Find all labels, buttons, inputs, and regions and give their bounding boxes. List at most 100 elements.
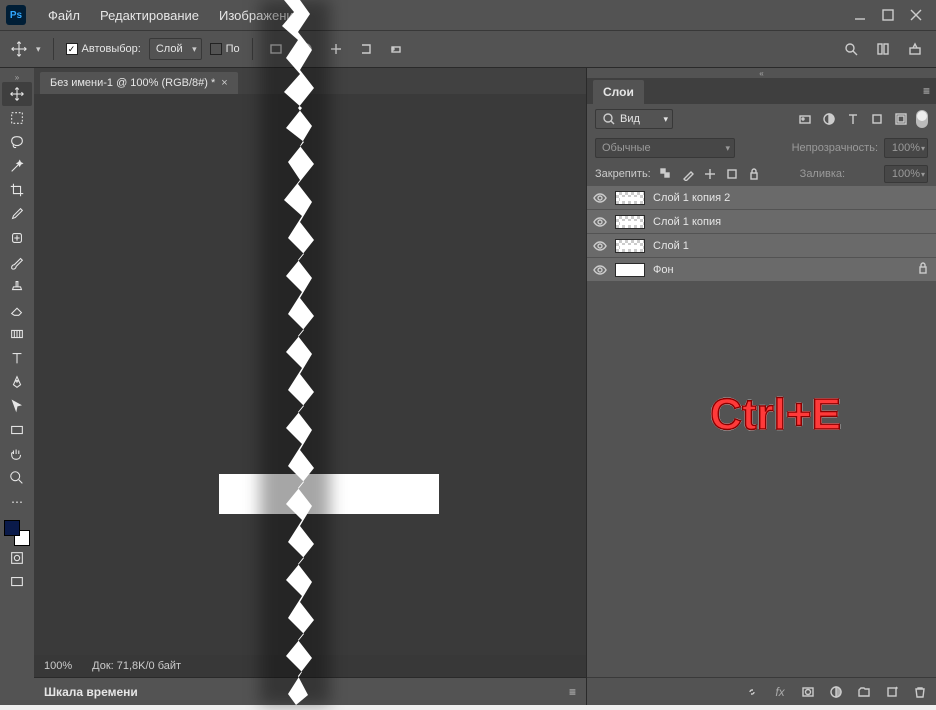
toolbar-expand-handle[interactable]: »: [0, 72, 34, 82]
visibility-icon[interactable]: [593, 239, 607, 253]
quick-mask-toggle[interactable]: [2, 546, 32, 570]
color-swatches[interactable]: [4, 520, 30, 546]
clone-stamp-tool[interactable]: [2, 274, 32, 298]
visibility-icon[interactable]: [593, 191, 607, 205]
canvas-viewport[interactable]: [34, 94, 586, 655]
show-transform-label: По: [226, 43, 240, 55]
zoom-level[interactable]: 100%: [44, 660, 72, 672]
move-tool-icon[interactable]: [10, 40, 28, 58]
close-icon[interactable]: ×: [221, 77, 227, 89]
visibility-icon[interactable]: [593, 215, 607, 229]
lock-all-icon[interactable]: [747, 167, 761, 181]
filter-type-icon[interactable]: [844, 110, 862, 128]
hand-tool[interactable]: [2, 442, 32, 466]
document-tab[interactable]: Без имени-1 @ 100% (RGB/8#) * ×: [40, 72, 238, 94]
screen-mode-toggle[interactable]: [2, 570, 32, 594]
layer-name[interactable]: Слой 1 копия: [653, 216, 721, 228]
marquee-tool[interactable]: [2, 106, 32, 130]
eraser-tool[interactable]: [2, 298, 32, 322]
move-tool[interactable]: [2, 82, 32, 106]
adjustment-layer-icon[interactable]: [828, 684, 844, 700]
lock-position-icon[interactable]: [703, 167, 717, 181]
link-layers-icon[interactable]: [744, 684, 760, 700]
rectangle-tool[interactable]: [2, 418, 32, 442]
document-area: Без имени-1 @ 100% (RGB/8#) * × 100% Док…: [34, 68, 586, 705]
filter-shape-icon[interactable]: [868, 110, 886, 128]
filter-toggle[interactable]: [916, 110, 928, 128]
layer-thumbnail[interactable]: [615, 215, 645, 229]
align-icon-4[interactable]: [355, 38, 377, 60]
foreground-color-swatch[interactable]: [4, 520, 20, 536]
layer-thumbnail[interactable]: [615, 263, 645, 277]
menu-bar: Ps Файл Редактирование Изображение: [0, 0, 936, 30]
layer-mask-icon[interactable]: [800, 684, 816, 700]
auto-select-checkbox[interactable]: ✓ Автовыбор:: [66, 43, 141, 55]
status-bar: 100% Док: 71,8K/0 байт: [34, 655, 586, 677]
layer-thumbnail[interactable]: [615, 191, 645, 205]
filter-smart-icon[interactable]: [892, 110, 910, 128]
canvas[interactable]: [34, 94, 586, 655]
gradient-tool[interactable]: [2, 322, 32, 346]
layer-name[interactable]: Фон: [653, 264, 674, 276]
align-icon-2[interactable]: [295, 38, 317, 60]
healing-brush-tool[interactable]: [2, 226, 32, 250]
timeline-label[interactable]: Шкала времени: [44, 685, 138, 699]
layer-filter-kind-dropdown[interactable]: Вид: [595, 109, 673, 129]
layers-panel-body: Вид Обычные Непрозрачность:: [587, 104, 936, 705]
document-tab-bar: Без имени-1 @ 100% (RGB/8#) * ×: [34, 68, 586, 94]
lock-artboard-icon[interactable]: [725, 167, 739, 181]
layer-thumbnail[interactable]: [615, 239, 645, 253]
lock-pixels-icon[interactable]: [681, 167, 695, 181]
menu-file[interactable]: Файл: [38, 8, 90, 23]
layer-row[interactable]: Фон: [587, 258, 936, 282]
doc-info[interactable]: Док: 71,8K/0 байт: [92, 660, 181, 672]
layer-style-icon[interactable]: fx: [772, 684, 788, 700]
eyedropper-tool[interactable]: [2, 202, 32, 226]
align-icon-1[interactable]: [265, 38, 287, 60]
workspace-switcher-icon[interactable]: [872, 38, 894, 60]
lock-transparent-icon[interactable]: [659, 167, 673, 181]
magic-wand-tool[interactable]: [2, 154, 32, 178]
crop-tool[interactable]: [2, 178, 32, 202]
layers-panel: « Слои ≡ Вид: [586, 68, 936, 705]
panel-collapse-handle[interactable]: «: [587, 68, 936, 78]
window-close-button[interactable]: [902, 4, 930, 26]
3d-mode-icon[interactable]: [385, 38, 407, 60]
path-selection-tool[interactable]: [2, 394, 32, 418]
brush-tool[interactable]: [2, 250, 32, 274]
filter-pixel-icon[interactable]: [796, 110, 814, 128]
layers-footer: fx: [587, 677, 936, 705]
window-minimize-button[interactable]: [846, 4, 874, 26]
new-layer-icon[interactable]: [884, 684, 900, 700]
layer-row[interactable]: Слой 1 копия: [587, 210, 936, 234]
filter-adjustment-icon[interactable]: [820, 110, 838, 128]
blend-mode-dropdown[interactable]: Обычные: [595, 138, 735, 158]
share-icon[interactable]: [904, 38, 926, 60]
type-tool[interactable]: [2, 346, 32, 370]
auto-select-label: Автовыбор:: [82, 43, 141, 55]
pen-tool[interactable]: [2, 370, 32, 394]
auto-select-target-dropdown[interactable]: Слой: [149, 38, 202, 60]
panel-menu-icon[interactable]: ≡: [569, 685, 576, 699]
panel-menu-icon[interactable]: ≡: [923, 84, 930, 98]
edit-toolbar-icon[interactable]: ⋯: [2, 490, 32, 514]
show-transform-checkbox[interactable]: По: [210, 43, 240, 55]
window-maximize-button[interactable]: [874, 4, 902, 26]
opacity-field[interactable]: 100%: [884, 138, 928, 158]
tab-layers[interactable]: Слои: [593, 80, 644, 104]
delete-layer-icon[interactable]: [912, 684, 928, 700]
lasso-tool[interactable]: [2, 130, 32, 154]
layer-name[interactable]: Слой 1: [653, 240, 689, 252]
menu-image[interactable]: Изображение: [209, 8, 311, 23]
menu-edit[interactable]: Редактирование: [90, 8, 209, 23]
group-layers-icon[interactable]: [856, 684, 872, 700]
align-icon-3[interactable]: [325, 38, 347, 60]
dropdown-caret-icon[interactable]: ▾: [36, 44, 41, 55]
visibility-icon[interactable]: [593, 263, 607, 277]
layer-row[interactable]: Слой 1: [587, 234, 936, 258]
fill-field[interactable]: 100%: [884, 165, 928, 183]
layer-name[interactable]: Слой 1 копия 2: [653, 192, 730, 204]
search-icon[interactable]: [840, 38, 862, 60]
zoom-tool[interactable]: [2, 466, 32, 490]
layer-row[interactable]: Слой 1 копия 2: [587, 186, 936, 210]
